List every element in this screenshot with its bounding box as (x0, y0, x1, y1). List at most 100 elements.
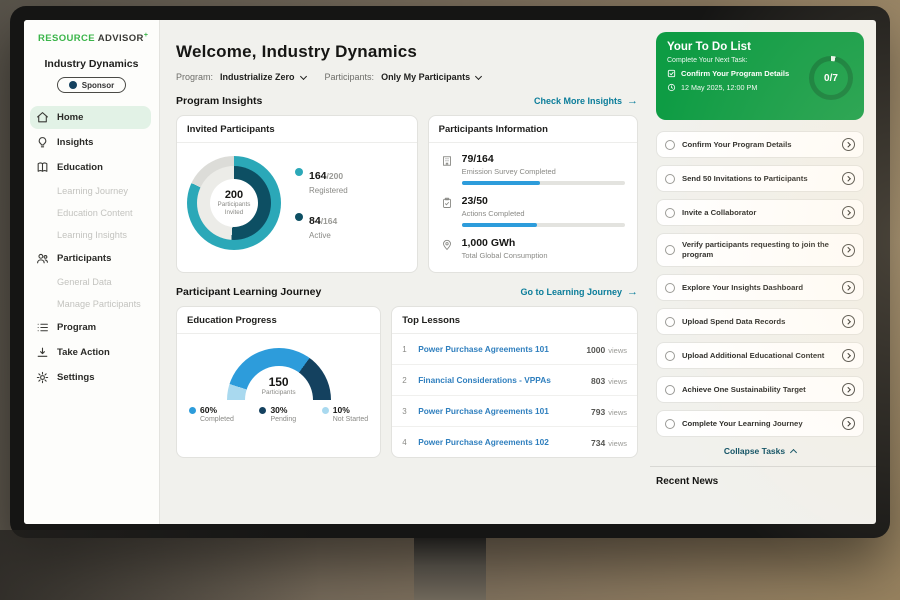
top-lessons-list: 1 Power Purchase Agreements 101 1000view… (392, 334, 637, 458)
task-item[interactable]: Send 50 Invitations to Participants (656, 165, 864, 192)
task-item[interactable]: Confirm Your Program Details (656, 131, 864, 158)
task-label: Invite a Collaborator (682, 208, 835, 218)
donut-center-value: 200 (225, 189, 243, 201)
chevron-right-icon[interactable] (842, 206, 855, 219)
sidebar-item-settings[interactable]: Settings (30, 366, 151, 389)
progress-bar (462, 181, 625, 185)
arrow-right-icon: → (627, 96, 638, 107)
sidebar-item-label: Take Action (57, 347, 110, 358)
lesson-link[interactable]: Power Purchase Agreements 101 (418, 406, 583, 416)
legend-total: /164 (321, 216, 338, 226)
donut-center-label: Participants Invited (214, 201, 254, 217)
task-checkbox[interactable] (665, 174, 675, 184)
sidebar-item-label: Insights (57, 137, 93, 148)
sidebar-item-take-action[interactable]: Take Action (30, 341, 151, 364)
participants-filter-dropdown[interactable]: Only My Participants (381, 72, 481, 82)
sidebar-item-learning-journey[interactable]: Learning Journey (30, 181, 151, 201)
legend-item-completed: 60% Completed (189, 405, 234, 423)
desk-background: RESOURCE ADVISOR+ Industry Dynamics Spon… (0, 0, 900, 600)
task-item[interactable]: Explore Your Insights Dashboard (656, 274, 864, 301)
lesson-row: 3 Power Purchase Agreements 101 793views (392, 396, 637, 427)
sidebar-item-general-data[interactable]: General Data (30, 272, 151, 292)
program-filter-label: Program: (176, 72, 213, 82)
todo-progress-value: 0/7 (824, 73, 838, 84)
sidebar-nav: Home Insights Education Learning Journey (24, 106, 159, 389)
sidebar-item-learning-insights[interactable]: Learning Insights (30, 225, 151, 245)
lesson-link[interactable]: Financial Considerations - VPPAs (418, 375, 583, 385)
task-checkbox[interactable] (665, 283, 675, 293)
sidebar-item-insights[interactable]: Insights (30, 131, 151, 154)
task-checkbox[interactable] (665, 351, 675, 361)
lesson-views-word: views (608, 439, 627, 448)
stat-emission-survey: 79/164 Emission Survey Completed (441, 153, 625, 185)
home-icon (36, 111, 49, 124)
sidebar-item-education-content[interactable]: Education Content (30, 203, 151, 223)
task-checkbox[interactable] (665, 385, 675, 395)
todo-next-task-label: Confirm Your Program Details (681, 69, 789, 78)
brand-logo: RESOURCE ADVISOR+ (24, 32, 159, 44)
lesson-views-word: views (608, 377, 627, 386)
chevron-right-icon[interactable] (842, 138, 855, 151)
chevron-right-icon[interactable] (842, 244, 855, 257)
lesson-row: 2 Financial Considerations - VPPAs 803vi… (392, 365, 637, 396)
sidebar-item-education[interactable]: Education (30, 156, 151, 179)
sidebar-item-manage-participants[interactable]: Manage Participants (30, 294, 151, 314)
location-pin-icon (441, 238, 454, 260)
task-label: Achieve One Sustainability Target (682, 385, 835, 395)
task-item[interactable]: Complete Your Learning Journey (656, 410, 864, 437)
program-filter-dropdown[interactable]: Industrialize Zero (220, 72, 306, 82)
lesson-rank: 2 (402, 376, 410, 385)
task-checkbox[interactable] (665, 245, 675, 255)
task-label: Upload Spend Data Records (682, 317, 835, 327)
task-item[interactable]: Achieve One Sustainability Target (656, 376, 864, 403)
task-checkbox[interactable] (665, 317, 675, 327)
stat-actions-completed: 23/50 Actions Completed (441, 195, 625, 227)
sidebar-item-label: Learning Journey (57, 186, 128, 196)
lesson-link[interactable]: Power Purchase Agreements 101 (418, 344, 578, 354)
chevron-right-icon[interactable] (842, 417, 855, 430)
collapse-tasks-button[interactable]: Collapse Tasks (656, 446, 864, 456)
task-checkbox[interactable] (665, 419, 675, 429)
task-item[interactable]: Upload Spend Data Records (656, 308, 864, 335)
legend-dot (259, 407, 266, 414)
lesson-rank: 4 (402, 438, 410, 447)
chevron-right-icon[interactable] (842, 315, 855, 328)
sidebar-item-participants[interactable]: Participants (30, 247, 151, 270)
lesson-views: 803 (591, 376, 605, 386)
chevron-right-icon[interactable] (842, 383, 855, 396)
program-filter-value: Industrialize Zero (220, 72, 295, 82)
task-label: Complete Your Learning Journey (682, 419, 835, 429)
book-icon (36, 161, 49, 174)
main-content: Welcome, Industry Dynamics Program: Indu… (160, 20, 650, 524)
chevron-right-icon[interactable] (842, 172, 855, 185)
todo-summary-card: Your To Do List Complete Your Next Task:… (656, 32, 864, 120)
lightbulb-icon (36, 136, 49, 149)
task-item[interactable]: Upload Additional Educational Content (656, 342, 864, 369)
go-to-learning-journey-link[interactable]: Go to Learning Journey → (520, 287, 638, 298)
todo-panel: Your To Do List Complete Your Next Task:… (650, 20, 876, 524)
sidebar-item-home[interactable]: Home (30, 106, 151, 129)
legend-item-active: 84/164 Active (295, 211, 348, 240)
clock-icon (667, 83, 676, 92)
org-name: Industry Dynamics (24, 58, 159, 70)
lesson-rank: 1 (402, 345, 410, 354)
sponsor-icon (69, 81, 77, 89)
monitor-stand (414, 538, 486, 600)
chevron-right-icon[interactable] (842, 281, 855, 294)
chevron-right-icon[interactable] (842, 349, 855, 362)
participants-information-card: Participants Information 79/164 Emission… (428, 115, 638, 273)
invited-participants-card: Invited Participants 200 Participants In… (176, 115, 418, 273)
building-icon (441, 154, 454, 185)
brand-advisor: ADVISOR (98, 33, 144, 44)
check-more-insights-link[interactable]: Check More Insights → (534, 96, 638, 107)
progress-fill (462, 223, 537, 227)
task-checkbox[interactable] (665, 140, 675, 150)
sidebar-item-program[interactable]: Program (30, 316, 151, 339)
legend-value: 84 (309, 215, 321, 227)
donut-center: 200 Participants Invited (210, 179, 258, 227)
card-title: Education Progress (177, 307, 380, 334)
task-item[interactable]: Invite a Collaborator (656, 199, 864, 226)
lesson-link[interactable]: Power Purchase Agreements 102 (418, 437, 583, 447)
task-checkbox[interactable] (665, 208, 675, 218)
task-item[interactable]: Verify participants requesting to join t… (656, 233, 864, 267)
